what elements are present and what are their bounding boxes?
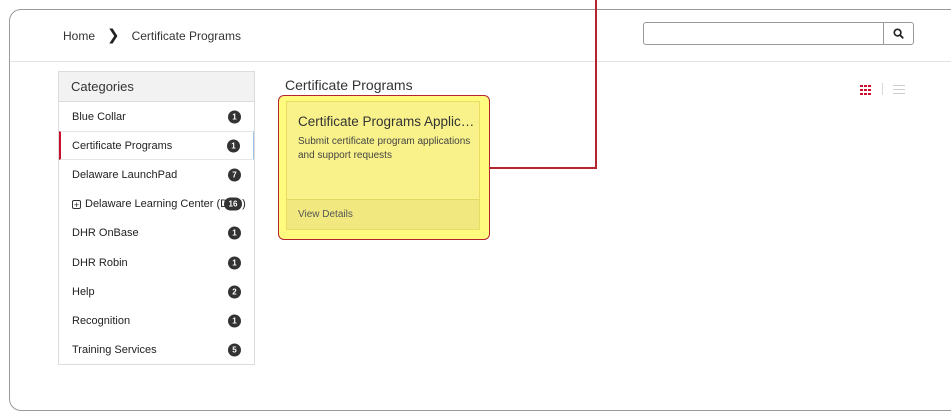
category-label: Certificate Programs	[72, 139, 173, 152]
category-label: Recognition	[72, 314, 131, 327]
category-label: Training Services	[72, 344, 157, 357]
view-details-link[interactable]: View Details	[287, 199, 479, 229]
breadcrumb-current: Certificate Programs	[131, 29, 241, 43]
view-toggle-divider	[882, 83, 883, 95]
category-label: Delaware LaunchPad	[72, 168, 178, 181]
count-badge: 7	[228, 168, 241, 182]
category-item-delaware-launchpad[interactable]: Delaware LaunchPad 7	[59, 160, 254, 189]
view-toggle	[860, 83, 905, 95]
categories-panel: Categories Blue Collar 1 Certificate Pro…	[58, 71, 255, 365]
annotation-line-horizontal	[490, 167, 597, 169]
category-item-certificate-programs[interactable]: Certificate Programs 1	[59, 131, 254, 161]
category-item-help[interactable]: Help 2	[59, 277, 254, 306]
search-input[interactable]	[644, 23, 884, 44]
count-badge: 16	[224, 197, 242, 211]
search-button[interactable]	[883, 23, 913, 44]
count-badge: 1	[228, 256, 241, 270]
category-item-dhr-robin[interactable]: DHR Robin 1	[59, 248, 254, 277]
count-badge: 1	[227, 139, 240, 153]
search-icon	[893, 28, 904, 39]
plus-square-icon[interactable]: +	[72, 199, 81, 209]
categories-header: Categories	[59, 72, 254, 102]
catalog-card[interactable]: Certificate Programs Applic… Submit cert…	[286, 101, 480, 230]
count-badge: 2	[228, 285, 241, 299]
category-item-dhr-onbase[interactable]: DHR OnBase 1	[59, 219, 254, 248]
count-badge: 5	[228, 343, 241, 357]
category-item-training-services[interactable]: Training Services 5	[59, 336, 254, 365]
list-view-icon[interactable]	[893, 84, 905, 94]
card-description: Submit certificate program applications …	[298, 136, 471, 161]
breadcrumb-home[interactable]: Home	[63, 29, 95, 43]
count-badge: 1	[228, 110, 241, 124]
grid-view-icon[interactable]	[860, 84, 872, 95]
count-badge: 1	[228, 226, 241, 240]
annotation-line-vertical	[595, 0, 597, 168]
category-label: DHR OnBase	[72, 227, 139, 240]
category-item-delaware-learning-center[interactable]: + Delaware Learning Center (DLC) 16	[59, 190, 254, 219]
section-title: Certificate Programs	[285, 77, 413, 93]
category-label: DHR Robin	[72, 256, 128, 269]
breadcrumb: Home ❯ Certificate Programs	[63, 27, 241, 44]
search-box	[643, 22, 914, 45]
count-badge: 1	[228, 314, 241, 328]
category-label: Blue Collar	[72, 110, 126, 123]
card-title: Certificate Programs Applic…	[298, 114, 475, 129]
category-label: Help	[72, 285, 95, 298]
category-item-blue-collar[interactable]: Blue Collar 1	[59, 102, 254, 131]
chevron-right-icon: ❯	[107, 27, 120, 44]
category-label: Delaware Learning Center (DLC)	[85, 198, 246, 211]
category-item-recognition[interactable]: Recognition 1	[59, 306, 254, 335]
